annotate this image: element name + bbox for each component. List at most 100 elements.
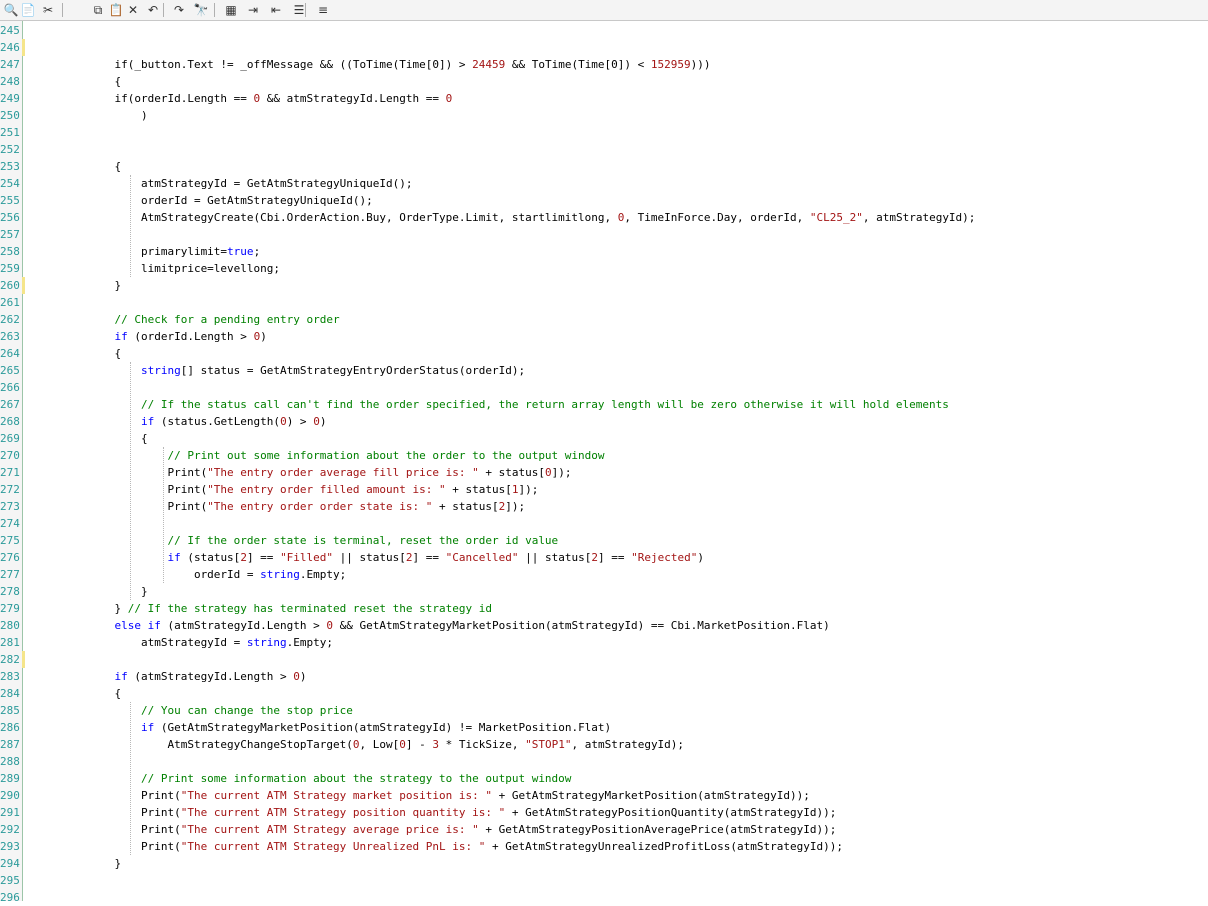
code-line[interactable]: 245 xyxy=(0,22,1208,39)
code-token: 0 xyxy=(293,670,300,683)
code-token: (atmStrategyId.Length > xyxy=(160,619,327,632)
code-line[interactable]: 261 xyxy=(0,294,1208,311)
code-line[interactable]: 296 xyxy=(0,889,1208,906)
code-line[interactable]: 250 ) xyxy=(0,107,1208,124)
code-token: string xyxy=(260,568,300,581)
code-line[interactable]: 283 if (atmStrategyId.Length > 0) xyxy=(0,668,1208,685)
code-line[interactable]: 257 xyxy=(0,226,1208,243)
code-line[interactable]: 258 primarylimit=true; xyxy=(0,243,1208,260)
code-token: } xyxy=(35,279,122,292)
code-line[interactable]: 278 } xyxy=(0,583,1208,600)
code-line[interactable]: 252 xyxy=(0,141,1208,158)
code-line[interactable]: 268 if (status.GetLength(0) > 0) xyxy=(0,413,1208,430)
code-line[interactable]: 295 xyxy=(0,872,1208,889)
outdent-icon[interactable]: ⇤ xyxy=(268,2,284,18)
code-line[interactable]: 288 xyxy=(0,753,1208,770)
code-line[interactable]: 262 // Check for a pending entry order xyxy=(0,311,1208,328)
code-line[interactable]: 263 if (orderId.Length > 0) xyxy=(0,328,1208,345)
paste-icon[interactable]: 📋 xyxy=(108,2,124,18)
code-line[interactable]: 259 limitprice=levellong; xyxy=(0,260,1208,277)
code-line[interactable]: 255 orderId = GetAtmStrategyUniqueId(); xyxy=(0,192,1208,209)
code-line[interactable]: 247 if(_button.Text != _offMessage && ((… xyxy=(0,56,1208,73)
code-line[interactable]: 287 AtmStrategyChangeStopTarget(0, Low[0… xyxy=(0,736,1208,753)
code-line[interactable]: 267 // If the status call can't find the… xyxy=(0,396,1208,413)
code-token: if xyxy=(35,415,155,428)
undo-icon[interactable]: ↶ xyxy=(145,2,161,18)
code-text: { xyxy=(35,685,121,702)
code-line[interactable]: 280 else if (atmStrategyId.Length > 0 &&… xyxy=(0,617,1208,634)
code-token: "Cancelled" xyxy=(445,551,519,564)
code-line[interactable]: 285 // You can change the stop price xyxy=(0,702,1208,719)
code-line[interactable]: 276 if (status[2] == "Filled" || status[… xyxy=(0,549,1208,566)
code-line[interactable]: 269 { xyxy=(0,430,1208,447)
code-token: { xyxy=(35,75,122,88)
code-line[interactable]: 254 atmStrategyId = GetAtmStrategyUnique… xyxy=(0,175,1208,192)
code-line[interactable]: 293 Print("The current ATM Strategy Unre… xyxy=(0,838,1208,855)
code-line[interactable]: 277 orderId = string.Empty; xyxy=(0,566,1208,583)
line-number: 292 xyxy=(0,823,20,836)
code-line[interactable]: 284 { xyxy=(0,685,1208,702)
line-number: 291 xyxy=(0,806,20,819)
code-line[interactable]: 253 { xyxy=(0,158,1208,175)
line-number: 275 xyxy=(0,534,20,547)
cut-icon[interactable]: ✂ xyxy=(40,2,56,18)
code-line[interactable]: 266 xyxy=(0,379,1208,396)
line-number: 286 xyxy=(0,721,20,734)
code-line[interactable]: 291 Print("The current ATM Strategy posi… xyxy=(0,804,1208,821)
code-line[interactable]: 290 Print("The current ATM Strategy mark… xyxy=(0,787,1208,804)
line-number: 271 xyxy=(0,466,20,479)
code-line[interactable]: 279 } // If the strategy has terminated … xyxy=(0,600,1208,617)
delete-icon[interactable]: ✕ xyxy=(125,2,141,18)
indent-icon[interactable]: ⇥ xyxy=(245,2,261,18)
code-line[interactable]: 248 { xyxy=(0,73,1208,90)
code-line[interactable]: 265 string[] status = GetAtmStrategyEntr… xyxy=(0,362,1208,379)
code-token: .Empty; xyxy=(299,568,347,581)
line-number: 281 xyxy=(0,636,20,649)
code-token: { xyxy=(35,687,122,700)
code-line[interactable]: 289 // Print some information about the … xyxy=(0,770,1208,787)
code-line[interactable]: 286 if (GetAtmStrategyMarketPosition(atm… xyxy=(0,719,1208,736)
redo-icon[interactable]: ↷ xyxy=(171,2,187,18)
code-token: } xyxy=(35,857,122,870)
code-text: { xyxy=(35,158,121,175)
page-setup-icon[interactable]: 📄 xyxy=(20,2,36,18)
code-line[interactable]: 249 if(orderId.Length == 0 && atmStrateg… xyxy=(0,90,1208,107)
code-text: limitprice=levellong; xyxy=(35,260,280,277)
code-token: * TickSize, xyxy=(439,738,526,751)
replace-icon[interactable]: ▦ xyxy=(223,2,239,18)
print-preview-icon[interactable]: 🔍 xyxy=(3,2,19,18)
code-token: 0 xyxy=(352,738,360,751)
code-token: 0 xyxy=(313,415,320,428)
code-token: Print( xyxy=(35,840,181,853)
code-line[interactable]: 292 Print("The current ATM Strategy aver… xyxy=(0,821,1208,838)
code-line[interactable]: 274 xyxy=(0,515,1208,532)
code-token: (atmStrategyId.Length > xyxy=(127,670,294,683)
code-token: if xyxy=(35,551,181,564)
code-line[interactable]: 270 // Print out some information about … xyxy=(0,447,1208,464)
code-line[interactable]: 275 // If the order state is terminal, r… xyxy=(0,532,1208,549)
code-line[interactable]: 272 Print("The entry order filled amount… xyxy=(0,481,1208,498)
code-line[interactable]: 264 { xyxy=(0,345,1208,362)
code-line[interactable]: 246 xyxy=(0,39,1208,56)
code-text: Print("The current ATM Strategy market p… xyxy=(35,787,810,804)
line-number: 259 xyxy=(0,262,20,275)
code-token: ))) xyxy=(690,58,711,71)
uncomment-icon[interactable]: ≡ xyxy=(315,2,331,18)
code-line[interactable]: 273 Print("The entry order order state i… xyxy=(0,498,1208,515)
code-line[interactable]: 282 xyxy=(0,651,1208,668)
code-line[interactable]: 251 xyxy=(0,124,1208,141)
code-token: + GetAtmStrategyMarketPosition(atmStrate… xyxy=(491,789,810,802)
code-token: ) xyxy=(260,330,267,343)
code-line[interactable]: 260 } xyxy=(0,277,1208,294)
code-line[interactable]: 271 Print("The entry order average fill … xyxy=(0,464,1208,481)
line-number: 269 xyxy=(0,432,20,445)
copy-icon[interactable]: ⧉ xyxy=(90,2,106,18)
indent-guide xyxy=(130,175,131,277)
code-line[interactable]: 256 AtmStrategyCreate(Cbi.OrderAction.Bu… xyxy=(0,209,1208,226)
code-line[interactable]: 294 } xyxy=(0,855,1208,872)
code-text: Print("The entry order filled amount is:… xyxy=(35,481,538,498)
code-token: 2 xyxy=(240,551,247,564)
line-number: 285 xyxy=(0,704,20,717)
find-icon[interactable]: 🔭 xyxy=(193,2,209,18)
code-line[interactable]: 281 atmStrategyId = string.Empty; xyxy=(0,634,1208,651)
